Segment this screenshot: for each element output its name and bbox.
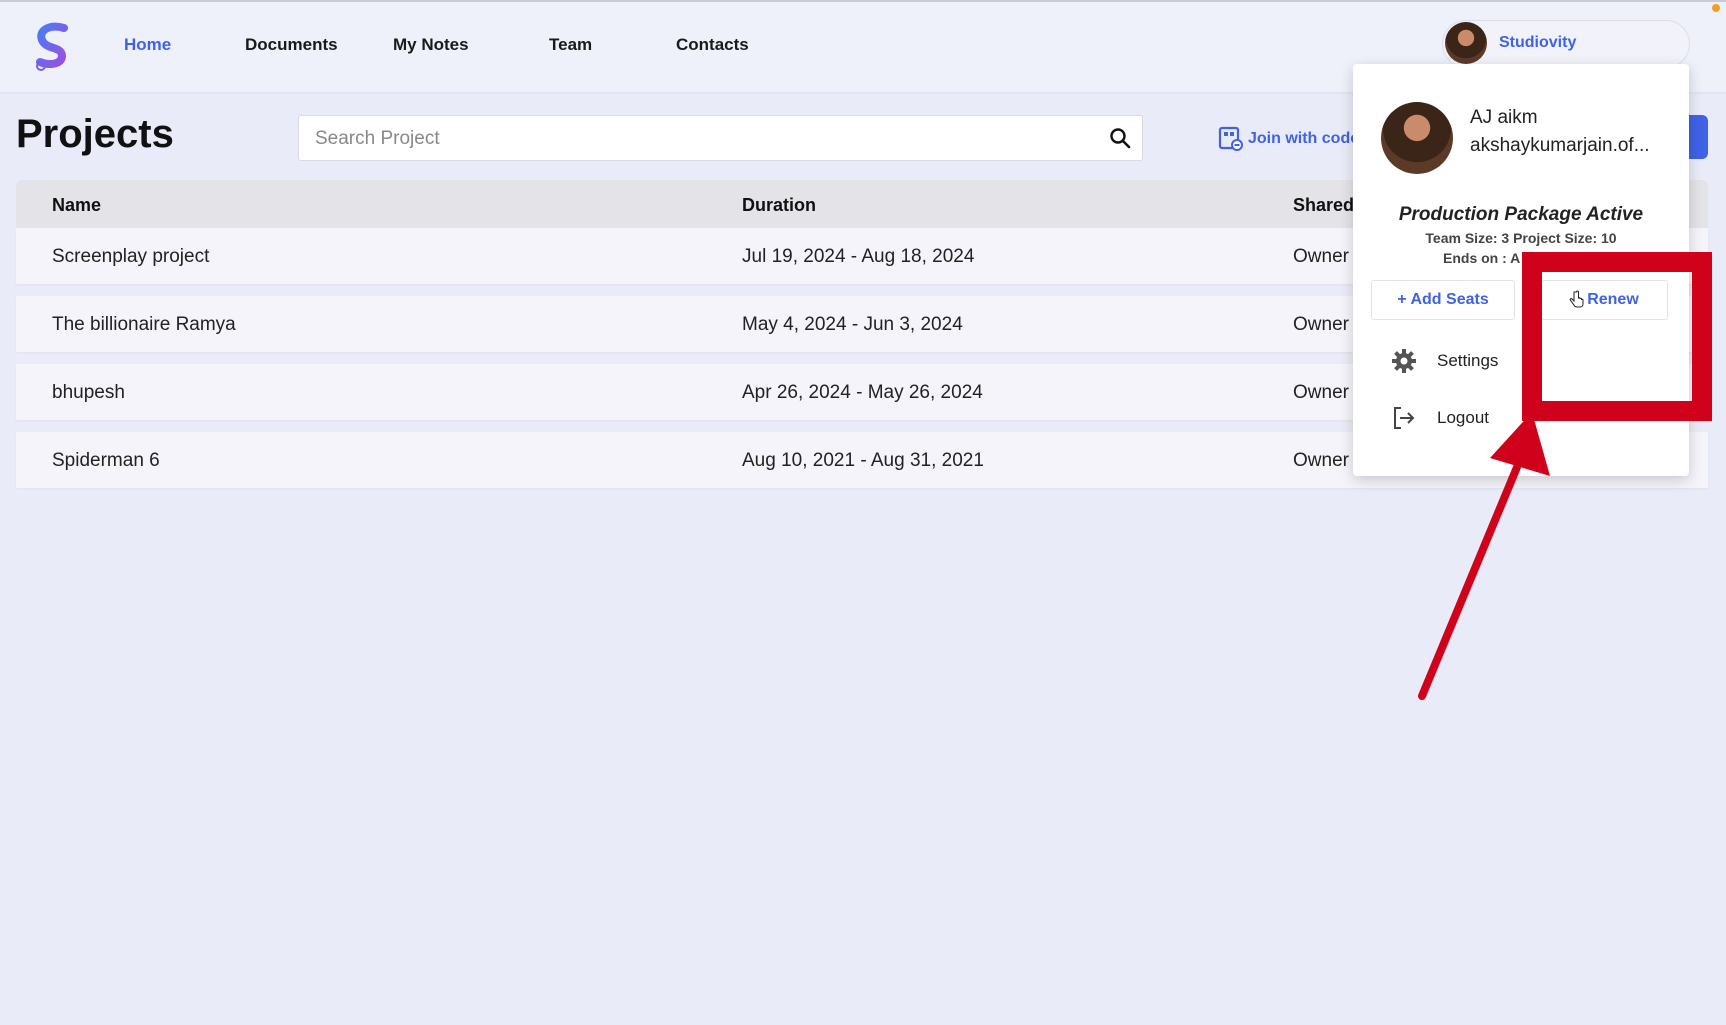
column-header-name[interactable]: Name [52,195,101,216]
project-duration: Jul 19, 2024 - Aug 18, 2024 [742,246,975,267]
user-email: akshaykumarjain.of... [1470,135,1650,156]
package-end-date: Ends on : A [1443,250,1521,266]
user-avatar [1381,102,1453,174]
gear-icon [1392,349,1416,373]
project-duration: May 4, 2024 - Jun 3, 2024 [742,314,963,335]
add-seats-button[interactable]: + Add Seats [1371,280,1515,320]
avatar [1445,22,1487,64]
menu-item-logout[interactable]: Logout [1391,403,1489,433]
project-shared: Owner [1293,314,1349,335]
project-shared: Owner [1293,450,1349,471]
column-header-duration[interactable]: Duration [742,195,816,216]
profile-dropdown-menu: AJ aikm akshaykumarjain.of... Production… [1353,64,1689,476]
search-bar [298,115,1143,162]
package-status-title: Production Package Active [1398,204,1644,225]
join-with-code-button[interactable]: Join with code [1218,124,1359,154]
user-name: AJ aikm [1470,107,1538,128]
renew-button[interactable]: Renew [1540,280,1668,320]
logout-icon [1394,407,1415,429]
join-code-icon [1218,126,1243,151]
profile-name: Studiovity [1499,34,1577,51]
column-header-shared[interactable]: Shared [1293,195,1354,216]
nav-home[interactable]: Home [124,35,171,55]
page-title: Projects [16,112,174,156]
logout-label: Logout [1437,408,1489,427]
menu-item-settings[interactable]: Settings [1391,346,1498,376]
nav-my-notes[interactable]: My Notes [393,35,469,55]
project-name: Spiderman 6 [52,450,160,471]
notification-dot [1712,4,1720,12]
renew-label: Renew [1587,291,1639,308]
nav-team[interactable]: Team [549,35,592,55]
package-sizes: Team Size: 3 Project Size: 10 [1425,230,1617,246]
project-shared: Owner [1293,382,1349,403]
project-duration: Apr 26, 2024 - May 26, 2024 [742,382,983,403]
project-name: Screenplay project [52,246,210,267]
settings-label: Settings [1437,351,1499,370]
search-icon[interactable] [1108,126,1132,150]
project-name: bhupesh [52,382,125,403]
search-input[interactable] [313,116,1077,162]
join-with-code-label: Join with code [1248,130,1360,147]
hand-pointer-cursor-icon [1569,290,1584,308]
nav-contacts[interactable]: Contacts [676,35,749,55]
project-duration: Aug 10, 2021 - Aug 31, 2021 [742,450,984,471]
profile-menu-button[interactable]: Studiovity [1442,20,1690,68]
project-name: The billionaire Ramya [52,314,236,335]
project-shared: Owner [1293,246,1349,267]
nav-documents[interactable]: Documents [245,35,338,55]
studiovity-logo-icon[interactable] [32,22,72,72]
